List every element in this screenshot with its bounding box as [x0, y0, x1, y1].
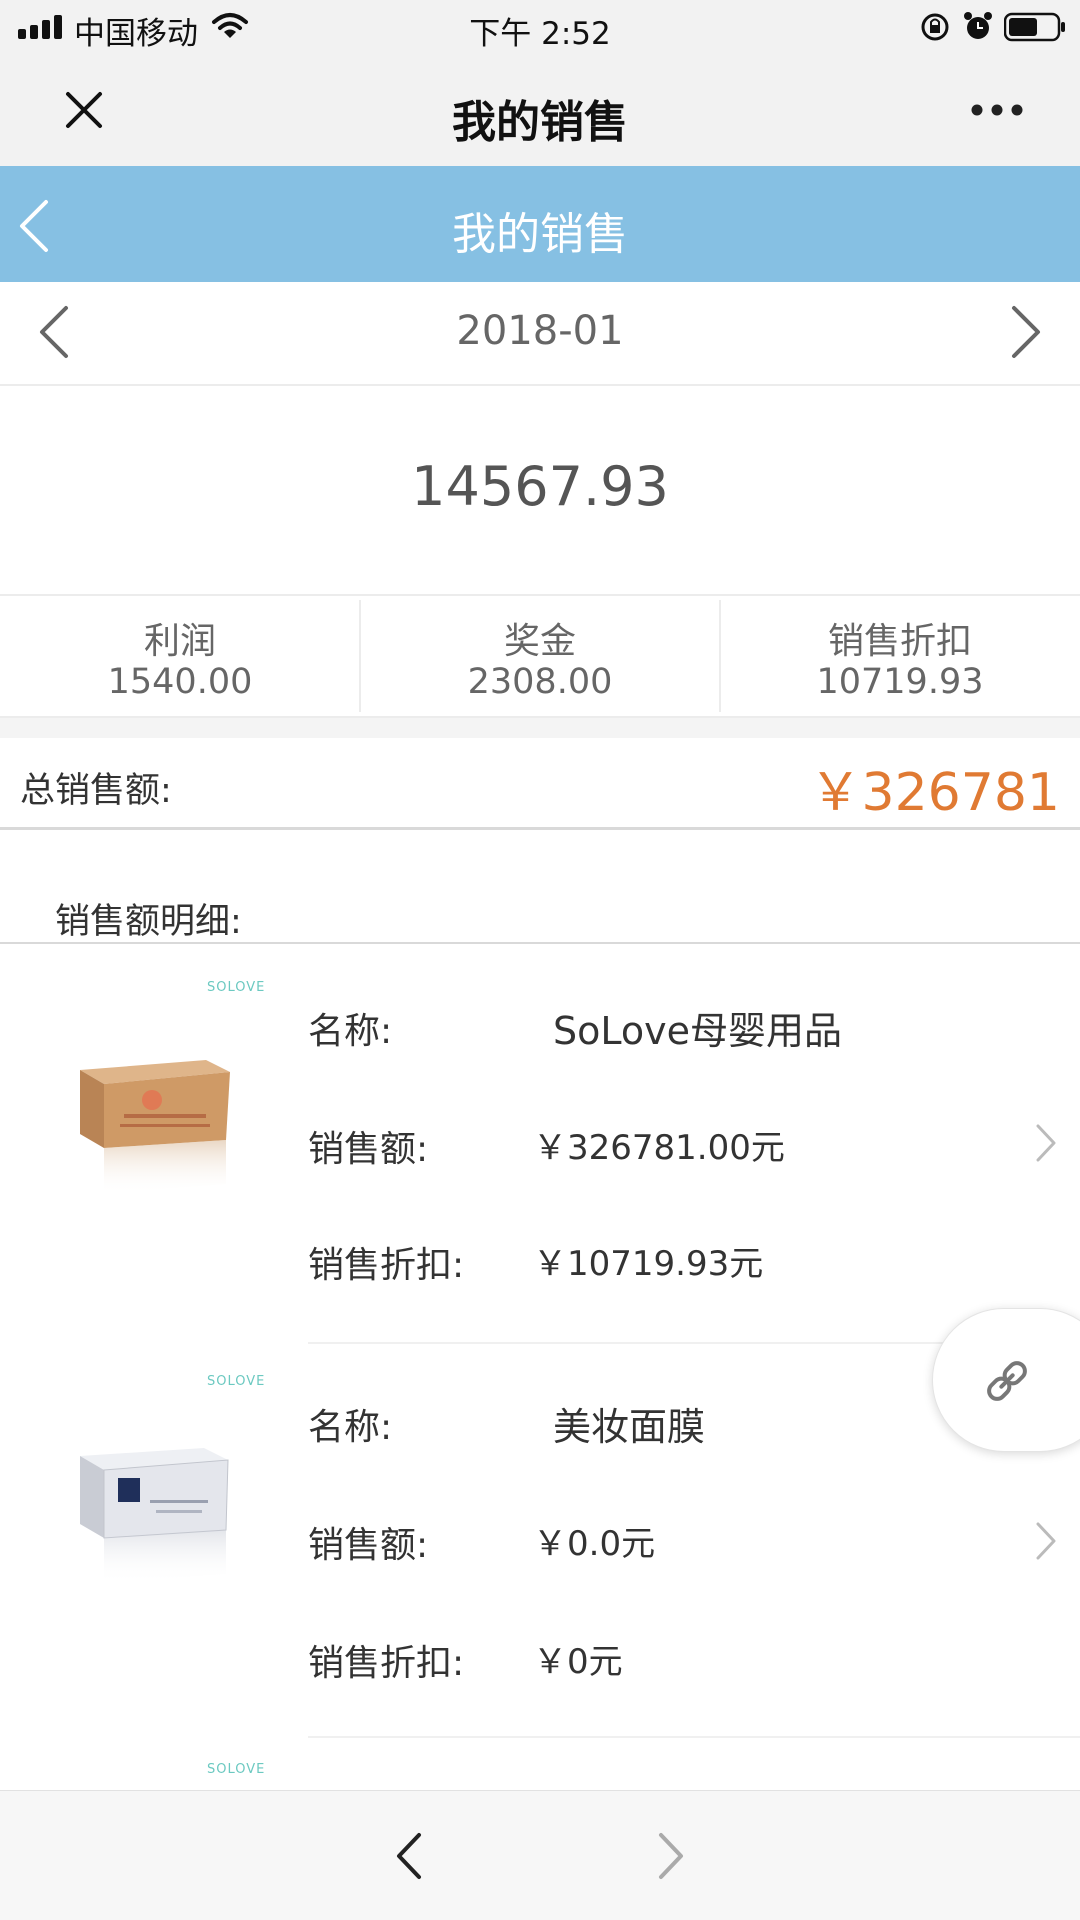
browser-toolbar	[0, 1790, 1080, 1920]
brand-label: SOLOVE	[207, 980, 266, 995]
name-label: 名称:	[308, 1011, 393, 1052]
brand-label: SOLOVE	[207, 1762, 266, 1777]
product-item[interactable]: SOLOVE 名称: SoLove母婴用品 销售额: ￥326781.00元 销…	[0, 944, 1080, 1344]
orientation-lock-icon	[921, 13, 949, 41]
alarm-icon	[964, 12, 992, 39]
stat-value: 2308.00	[467, 662, 613, 702]
wechat-nav-bar: 我的销售	[0, 56, 1080, 166]
nav-forward-icon[interactable]	[656, 1831, 686, 1881]
status-time: 下午 2:52	[469, 16, 611, 52]
stat-label: 利润	[143, 621, 216, 662]
chevron-right-icon[interactable]	[1034, 1122, 1058, 1164]
sales-label: 销售额:	[308, 1525, 429, 1566]
detail-title: 销售额明细:	[55, 902, 242, 942]
stat-label: 销售折扣	[827, 621, 972, 662]
stat-bonus: 奖金 2308.00	[360, 596, 720, 716]
stat-value: 1540.00	[107, 662, 253, 702]
link-icon	[987, 1361, 1027, 1401]
stats-row: 利润 1540.00 奖金 2308.00 销售折扣 10719.93	[0, 594, 1080, 718]
stat-profit: 利润 1540.00	[0, 596, 360, 716]
product-item[interactable]: SOLOVE	[0, 1738, 1080, 1790]
nav-back-icon[interactable]	[394, 1831, 424, 1881]
sales-value: ￥326781.00元	[533, 1128, 785, 1168]
discount-value: ￥0元	[533, 1642, 623, 1682]
stat-value: 10719.93	[816, 662, 984, 702]
month-selector: 2018-01	[0, 282, 1080, 386]
next-month-icon[interactable]	[1008, 304, 1044, 360]
total-sales-label: 总销售额:	[20, 771, 172, 811]
stat-label: 奖金	[503, 621, 576, 662]
sales-label: 销售额:	[308, 1129, 429, 1170]
discount-label: 销售折扣:	[308, 1245, 465, 1286]
discount-value: ￥10719.93元	[533, 1244, 764, 1284]
month-label: 2018-01	[456, 308, 624, 354]
battery-icon	[1004, 12, 1065, 42]
wechat-title: 我的销售	[452, 97, 628, 148]
product-image-box	[80, 1060, 230, 1194]
app-header: 我的销售	[0, 166, 1080, 282]
product-image-box	[80, 1448, 229, 1584]
status-bar: 中国移动 下午 2:52	[0, 0, 1080, 56]
discount-label: 销售折扣:	[308, 1643, 465, 1684]
chevron-right-icon[interactable]	[1034, 1520, 1058, 1562]
brand-label: SOLOVE	[207, 1374, 266, 1389]
product-item[interactable]: SOLOVE 名称: 美妆面膜 销售额: ￥0.0元 销售折扣: ￥0元	[0, 1344, 1080, 1738]
product-name: 美妆面膜	[553, 1405, 706, 1449]
page-title: 我的销售	[452, 209, 628, 260]
sales-value: ￥0.0元	[533, 1524, 656, 1564]
share-link-button[interactable]	[932, 1308, 1080, 1452]
total-sales-value: ￥326781	[809, 763, 1060, 823]
name-label: 名称:	[308, 1407, 393, 1448]
more-icon[interactable]	[970, 100, 1024, 120]
total-sales-row: 总销售额: ￥326781	[0, 738, 1080, 830]
section-gap	[0, 718, 1080, 738]
income-total: 14567.93	[411, 455, 669, 518]
product-name: SoLove母婴用品	[553, 1009, 842, 1053]
stat-discount: 销售折扣 10719.93	[720, 596, 1080, 716]
